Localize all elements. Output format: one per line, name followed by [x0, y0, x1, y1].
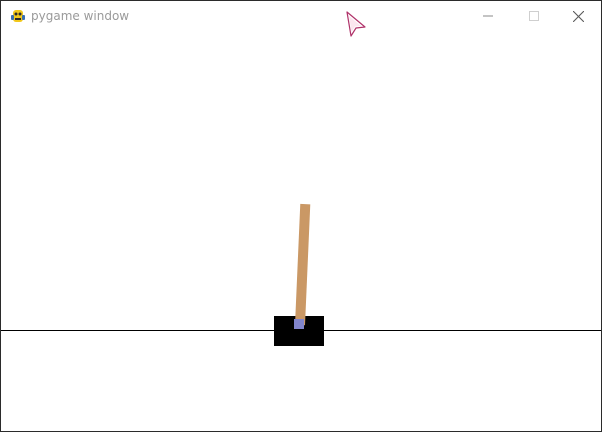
maximize-icon [529, 11, 539, 21]
game-canvas[interactable] [1, 31, 601, 431]
minimize-button[interactable] [465, 1, 511, 31]
pole-axle [294, 319, 304, 329]
pygame-window: pygame window [0, 0, 602, 432]
close-button[interactable] [555, 1, 601, 31]
minimize-icon [483, 11, 493, 21]
window-title: pygame window [31, 9, 130, 23]
pointer-cursor-icon [344, 10, 368, 38]
pole [295, 203, 311, 326]
maximize-button[interactable] [511, 1, 557, 31]
pygame-snake-icon [10, 8, 26, 24]
close-icon [572, 10, 584, 22]
title-bar[interactable]: pygame window [1, 1, 601, 31]
